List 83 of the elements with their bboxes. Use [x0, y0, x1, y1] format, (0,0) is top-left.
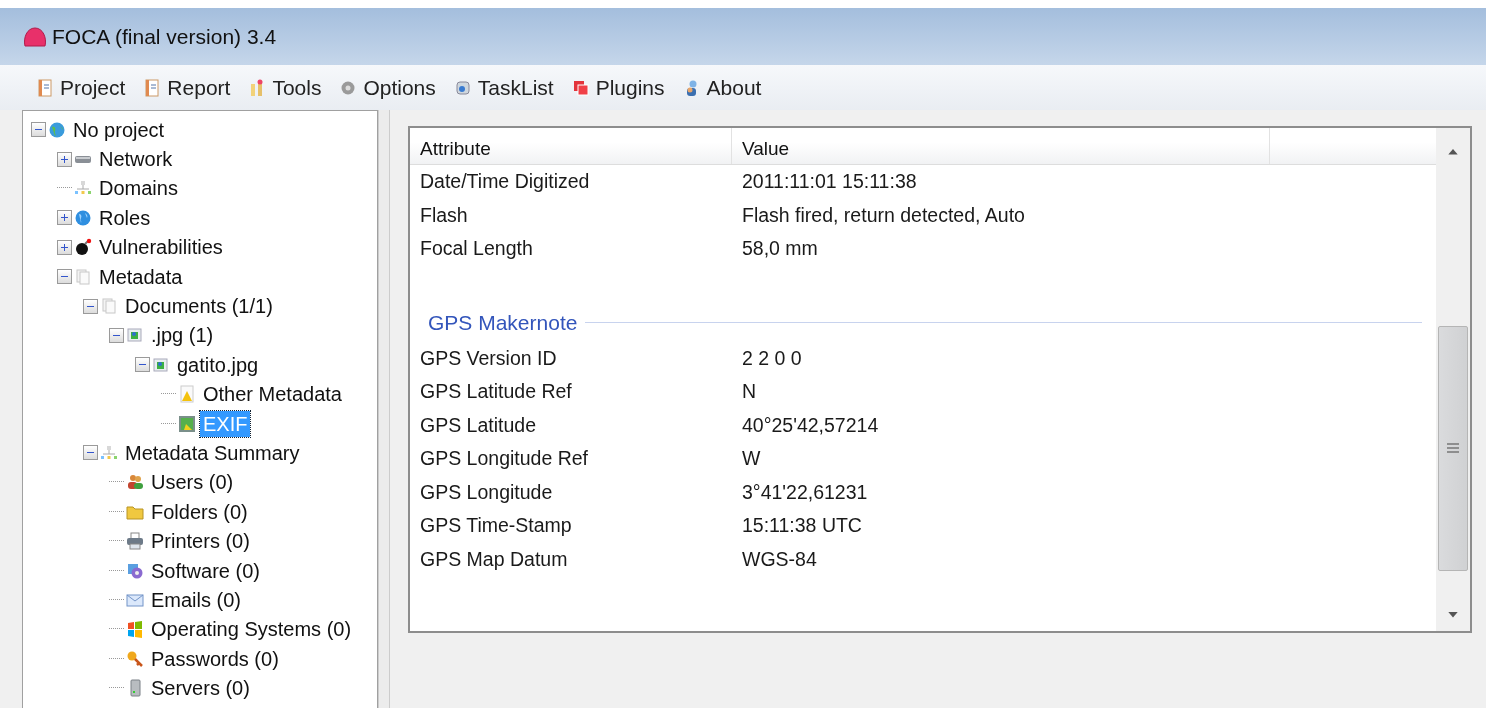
tree-item[interactable]: Servers (0) — [148, 675, 253, 702]
tree-item[interactable]: .jpg (1) — [148, 322, 217, 349]
menu-item[interactable]: About — [678, 73, 766, 102]
globe-icon — [48, 120, 66, 139]
tree-item[interactable]: gatito.jpg — [174, 351, 262, 378]
network-icon — [100, 444, 118, 462]
windows-icon — [126, 620, 144, 639]
table-cell-text: GPS Latitude Ref — [419, 380, 573, 404]
table-cell-text: WGS-84 — [741, 547, 818, 571]
expander-icon[interactable] — [57, 269, 72, 285]
printer-icon — [126, 532, 144, 551]
tree-item[interactable]: Other Metadata — [200, 381, 345, 408]
tree-item[interactable]: Passwords (0) — [148, 645, 282, 672]
software-icon — [126, 561, 144, 580]
documents-icon — [74, 267, 92, 286]
table-cell-text: Focal Length — [419, 237, 534, 261]
table-cell-text: GPS Latitude — [419, 413, 537, 437]
expander-icon[interactable] — [83, 445, 98, 461]
menu-item[interactable]: Options — [335, 73, 440, 102]
tree-item[interactable]: Domains — [96, 175, 181, 202]
tree-item[interactable]: Folders (0) — [148, 498, 251, 525]
window-title: FOCA (final version) 3.4 — [52, 24, 277, 49]
plugin-icon — [571, 78, 590, 97]
menu-item[interactable]: Report — [139, 73, 235, 102]
table-cell-text: 2011:11:01 15:11:38 — [741, 170, 918, 194]
table-cell-text: Flash fired, return detected, Auto — [741, 203, 1026, 227]
table-cell-text: 40°25'42,57214 — [741, 413, 880, 437]
column-header[interactable]: Attribute — [410, 128, 732, 164]
tree-item[interactable]: No project — [70, 116, 168, 143]
documents-icon — [100, 297, 118, 316]
document-icon — [36, 78, 54, 97]
tree-item[interactable]: Network — [96, 146, 176, 173]
table-cell-text: GPS Version ID — [419, 346, 558, 370]
table-cell-text: 3°41'22,61231 — [741, 480, 869, 504]
table-cell-text: GPS Longitude Ref — [419, 447, 590, 471]
expander-icon[interactable] — [57, 151, 72, 167]
menu-item[interactable]: Project — [32, 73, 130, 102]
table-cell-text: W — [741, 447, 762, 471]
table-cell-text: Flash — [419, 203, 469, 227]
warning-icon — [178, 385, 196, 404]
globe-icon — [74, 208, 92, 227]
tree-item[interactable]: Vulnerabilities — [96, 234, 226, 261]
table-cell-text: 15:11:38 UTC — [741, 514, 863, 538]
table-cell-text: 58,0 mm — [741, 237, 819, 261]
tree-item[interactable]: Documents (1/1) — [122, 293, 276, 320]
scroll-up-icon[interactable] — [1447, 148, 1459, 156]
image-icon — [152, 355, 170, 374]
table-cell-text: Date/Time Digitized — [419, 170, 591, 194]
scroll-down-icon[interactable] — [1447, 611, 1459, 619]
tree-item[interactable]: Printers (0) — [148, 528, 253, 555]
menu-item[interactable]: TaskList — [449, 73, 558, 102]
table-cell-text: GPS Time-Stamp — [419, 514, 573, 538]
menu-item[interactable]: Tools — [244, 73, 326, 102]
image-icon — [126, 326, 144, 345]
tree-item[interactable]: Users (0) — [148, 469, 237, 496]
scroll-thumb[interactable] — [1438, 325, 1468, 572]
expander-icon[interactable] — [57, 239, 72, 255]
tree-item[interactable]: Operating Systems (0) — [148, 616, 355, 643]
expander-icon[interactable] — [57, 210, 72, 226]
grip-icon — [1446, 442, 1460, 455]
column-header[interactable]: Value — [732, 128, 1270, 164]
tree-item[interactable]: Software (0) — [148, 557, 263, 584]
tree-item[interactable]: Roles — [96, 204, 154, 231]
users-icon — [126, 473, 144, 492]
expander-icon[interactable] — [109, 327, 124, 343]
expander-icon[interactable] — [83, 298, 98, 314]
table-cell-text: N — [741, 380, 758, 404]
expander-icon[interactable] — [31, 122, 46, 138]
document-icon — [143, 78, 162, 97]
menu-item[interactable]: Plugins — [567, 73, 669, 102]
bomb-icon — [74, 238, 92, 257]
tree-item[interactable]: Emails (0) — [148, 586, 244, 613]
group-header: GPS Makernote — [428, 310, 578, 335]
tree-item[interactable]: Metadata Summary — [122, 440, 303, 466]
key-icon — [126, 649, 144, 668]
table-cell-text: GPS Map Datum — [419, 547, 569, 571]
table-cell-text: 2 2 0 0 — [741, 346, 803, 370]
expander-icon[interactable] — [135, 357, 150, 373]
scrollbar[interactable] — [1436, 128, 1470, 631]
app-logo-icon — [22, 25, 48, 48]
tree-item[interactable]: Metadata — [96, 263, 186, 290]
image-icon — [178, 414, 196, 433]
table-cell-text: GPS Longitude — [419, 480, 554, 504]
